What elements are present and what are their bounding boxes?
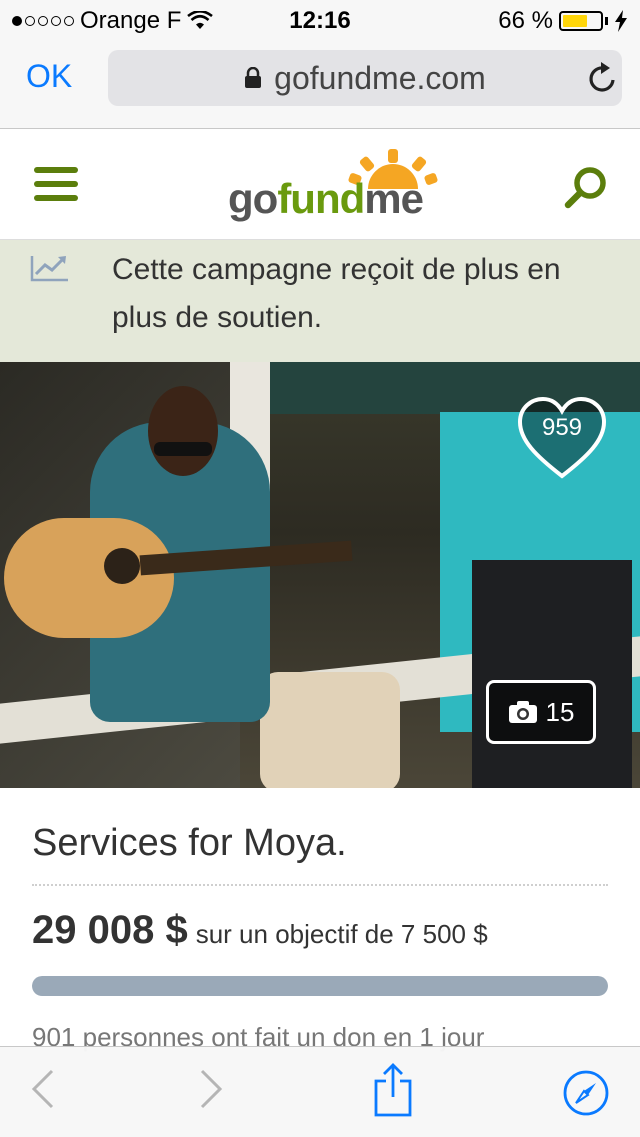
progress-fill — [32, 976, 608, 996]
photo-count: 15 — [545, 696, 575, 727]
gofundme-logo[interactable]: gofundme — [228, 149, 448, 229]
trending-message: Cette campagne reçoit de plus en plus de… — [112, 253, 561, 334]
trending-up-icon — [30, 256, 68, 282]
funding-summary: 29 008 $ sur un objectif de 7 500 $ — [32, 908, 488, 953]
logo-wordmark: gofundme — [228, 175, 424, 222]
divider — [32, 884, 608, 886]
battery-icon — [559, 11, 603, 31]
camera-icon — [508, 701, 537, 723]
chevron-right-icon[interactable] — [198, 1067, 224, 1111]
heart-button[interactable]: 959 — [516, 396, 608, 482]
done-button[interactable]: OK — [26, 58, 72, 95]
hearts-count: 959 — [541, 414, 583, 441]
lightning-icon — [615, 10, 627, 32]
share-icon[interactable] — [372, 1063, 414, 1117]
campaign-title: Services for Moya. — [32, 822, 347, 864]
photo-gallery-button[interactable]: 15 — [486, 680, 596, 744]
chevron-left-icon[interactable] — [30, 1067, 56, 1111]
funding-progress-bar — [32, 976, 608, 996]
lock-icon — [245, 67, 262, 88]
search-icon[interactable] — [564, 165, 610, 211]
compass-icon[interactable] — [562, 1069, 610, 1117]
battery-percent: 66 % — [498, 7, 553, 34]
trending-banner: Cette campagne reçoit de plus en plus de… — [0, 240, 640, 362]
browser-toolbar: OK gofundme.com — [0, 40, 640, 129]
browser-bottom-toolbar — [0, 1046, 640, 1137]
battery-status: 66 % — [498, 7, 628, 35]
hamburger-menu-icon[interactable] — [34, 167, 78, 201]
status-bar: Orange F 12:16 66 % — [0, 0, 640, 40]
url-text: gofundme.com — [274, 59, 486, 96]
goal-text: sur un objectif de 7 500 $ — [195, 919, 488, 949]
amount-raised: 29 008 $ — [32, 908, 188, 952]
site-header: gofundme — [0, 129, 640, 240]
address-bar[interactable]: gofundme.com — [108, 50, 622, 106]
campaign-photo[interactable]: 959 15 — [0, 362, 640, 788]
reload-icon[interactable] — [588, 62, 618, 94]
